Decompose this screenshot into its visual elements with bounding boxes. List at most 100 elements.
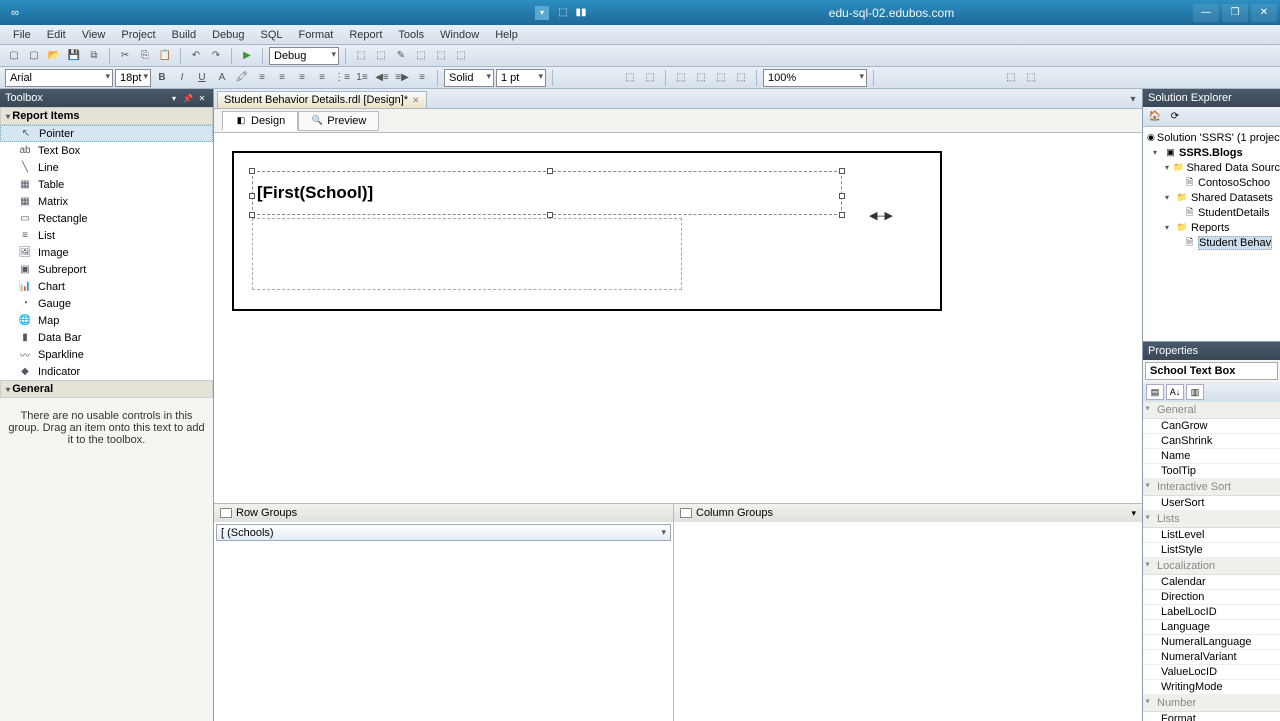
design-surface[interactable]: [First(School)] ◀—▶ [214,133,1142,503]
prop-row[interactable]: NumeralVariant [1143,650,1280,665]
prop-category[interactable]: General [1143,402,1280,419]
add-item-icon[interactable]: ▢ [25,47,43,65]
prop-row[interactable]: ToolTip [1143,464,1280,479]
alphabetical-icon[interactable]: A↓ [1166,384,1184,400]
design-tab[interactable]: ◧ Design [222,111,298,131]
toolbox-item-gauge[interactable]: ◔Gauge [0,295,213,312]
tool-icon-5[interactable]: ⬚ [432,47,450,65]
prop-category[interactable]: Localization [1143,558,1280,575]
new-project-icon[interactable]: ▢ [5,47,23,65]
align-icon[interactable]: ⬚ [732,69,750,87]
toolbox-item-table[interactable]: ▦Table [0,176,213,193]
indent-icon[interactable]: ≡▶ [393,69,411,87]
menu-debug[interactable]: Debug [204,27,252,43]
toolbox-item-text-box[interactable]: abText Box [0,142,213,159]
redo-icon[interactable]: ↷ [207,47,225,65]
toolbox-item-image[interactable]: 🖼Image [0,244,213,261]
toolbox-item-matrix[interactable]: ▦Matrix [0,193,213,210]
prop-row[interactable]: ListStyle [1143,543,1280,558]
resize-handle[interactable] [249,193,255,199]
tool-icon-2[interactable]: ⬚ [372,47,390,65]
menu-format[interactable]: Format [291,27,342,43]
open-icon[interactable]: 📂 [45,47,63,65]
tool-end-1[interactable]: ⬚ [1002,69,1020,87]
general-section[interactable]: General [0,380,213,398]
save-icon[interactable]: 💾 [65,47,83,65]
prop-category[interactable]: Lists [1143,511,1280,528]
prop-row[interactable]: Name [1143,449,1280,464]
groups-menu-icon[interactable]: ▾ [1131,508,1136,519]
project-node[interactable]: ▾▣SSRS.Blogs [1143,145,1280,160]
shared-data-sources-folder[interactable]: ▾📁Shared Data Sourc [1143,160,1280,175]
numbering-icon[interactable]: 1≡ [353,69,371,87]
toolbox-item-data-bar[interactable]: ▮Data Bar [0,329,213,346]
preview-tab[interactable]: 🔍 Preview [298,111,379,131]
undo-icon[interactable]: ↶ [187,47,205,65]
menu-build[interactable]: Build [164,27,204,43]
pin-icon[interactable]: 📌 [182,92,194,104]
menu-report[interactable]: Report [341,27,390,43]
school-textbox[interactable]: [First(School)] [252,171,842,215]
prop-row[interactable]: LabelLocID [1143,605,1280,620]
merge-icon[interactable]: ⬚ [672,69,690,87]
start-icon[interactable]: ▶ [238,47,256,65]
align-right-icon[interactable]: ≡ [293,69,311,87]
menu-window[interactable]: Window [432,27,487,43]
border-width-dropdown[interactable]: 1 pt [496,69,546,87]
prop-row[interactable]: Calendar [1143,575,1280,590]
justify-icon[interactable]: ≡ [313,69,331,87]
properties-object-selector[interactable]: School Text Box [1145,362,1278,380]
menu-view[interactable]: View [74,27,114,43]
font-size-dropdown[interactable]: 18pt [115,69,151,87]
cut-icon[interactable]: ✂ [116,47,134,65]
copy-icon[interactable]: ⎘ [136,47,154,65]
menu-file[interactable]: File [5,27,39,43]
home-icon[interactable]: 🏠 [1147,109,1163,125]
toolbox-item-line[interactable]: ╲Line [0,159,213,176]
prop-row[interactable]: CanGrow [1143,419,1280,434]
resize-handle[interactable] [249,168,255,174]
prop-category[interactable]: Number [1143,695,1280,712]
minimize-button[interactable]: — [1193,4,1219,22]
properties-grid[interactable]: GeneralCanGrowCanShrinkNameToolTipIntera… [1143,402,1280,721]
restore-button[interactable]: ❐ [1222,4,1248,22]
menu-edit[interactable]: Edit [39,27,74,43]
italic-icon[interactable]: I [173,69,191,87]
refresh-icon[interactable]: ⟳ [1167,109,1183,125]
prop-row[interactable]: NumeralLanguage [1143,635,1280,650]
tool-end-2[interactable]: ⬚ [1022,69,1040,87]
tab-overflow-icon[interactable]: ▾ [1124,90,1142,108]
reports-folder[interactable]: ▾📁Reports [1143,220,1280,235]
font-dropdown[interactable]: Arial [5,69,113,87]
prop-row[interactable]: ListLevel [1143,528,1280,543]
bullets-icon[interactable]: ⋮≡ [333,69,351,87]
prop-row[interactable]: WritingMode [1143,680,1280,695]
prop-row[interactable]: UserSort [1143,496,1280,511]
outdent-icon[interactable]: ◀≡ [373,69,391,87]
document-tab[interactable]: Student Behavior Details.rdl [Design]* ✕ [217,91,427,108]
prop-row[interactable]: Direction [1143,590,1280,605]
paste-icon[interactable]: 📋 [156,47,174,65]
tool-icon-1[interactable]: ⬚ [352,47,370,65]
resize-handle[interactable] [839,212,845,218]
bold-icon[interactable]: B [153,69,171,87]
shared-datasets-folthe[interactable]: ▾📁Shared Datasets [1143,190,1280,205]
property-pages-icon[interactable]: ▥ [1186,384,1204,400]
prop-row[interactable]: CanShrink [1143,434,1280,449]
chart-icon[interactable]: ▮▮ [572,4,590,22]
categorized-icon[interactable]: ▤ [1146,384,1164,400]
zoom-dropdown[interactable]: 100% [763,69,867,87]
toolbox-item-sparkline[interactable]: 〰Sparkline [0,346,213,363]
row-group-item[interactable]: [ (Schools) [216,524,671,541]
toolbox-item-list[interactable]: ≡List [0,227,213,244]
prop-row[interactable]: ValueLocID [1143,665,1280,680]
nav-icon[interactable]: ⬚ [554,4,572,22]
resize-handle[interactable] [839,168,845,174]
tool-icon-4[interactable]: ⬚ [412,47,430,65]
toolbox-item-map[interactable]: 🌐Map [0,312,213,329]
align-left-icon[interactable]: ≡ [253,69,271,87]
report-item[interactable]: 🗎Student Behav [1143,235,1280,250]
resize-handle[interactable] [547,168,553,174]
menu-tools[interactable]: Tools [390,27,432,43]
prop-row[interactable]: Language [1143,620,1280,635]
